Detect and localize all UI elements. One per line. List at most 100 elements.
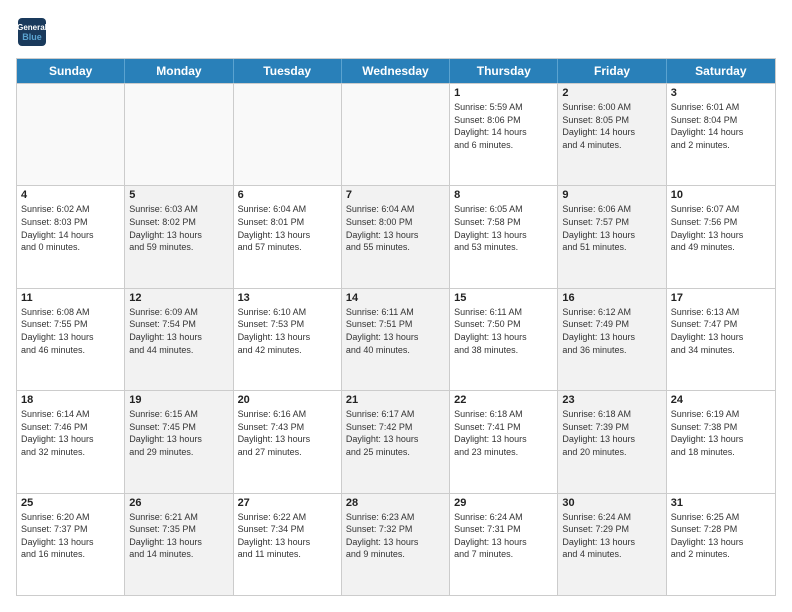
day-number: 23 bbox=[562, 394, 661, 406]
day-info: Sunrise: 6:22 AM Sunset: 7:34 PM Dayligh… bbox=[238, 511, 337, 561]
calendar-cell: 29 Sunrise: 6:24 AM Sunset: 7:31 PM Dayli… bbox=[450, 494, 558, 595]
day-info: Sunrise: 6:23 AM Sunset: 7:32 PM Dayligh… bbox=[346, 511, 445, 561]
calendar-cell: 1 Sunrise: 5:59 AM Sunset: 8:06 PM Daylig… bbox=[450, 84, 558, 185]
day-number: 12 bbox=[129, 292, 228, 304]
logo-icon: General Blue bbox=[16, 16, 48, 48]
svg-text:General: General bbox=[17, 23, 47, 32]
day-info: Sunrise: 6:04 AM Sunset: 8:01 PM Dayligh… bbox=[238, 203, 337, 253]
calendar-cell: 27 Sunrise: 6:22 AM Sunset: 7:34 PM Dayli… bbox=[234, 494, 342, 595]
calendar-cell: 10 Sunrise: 6:07 AM Sunset: 7:56 PM Dayli… bbox=[667, 186, 775, 287]
calendar-cell: 5 Sunrise: 6:03 AM Sunset: 8:02 PM Daylig… bbox=[125, 186, 233, 287]
calendar-cell: 8 Sunrise: 6:05 AM Sunset: 7:58 PM Daylig… bbox=[450, 186, 558, 287]
calendar-cell: 2Sunrise: 6:00 AM Sunset: 8:05 PM Daylig… bbox=[558, 84, 666, 185]
logo: General Blue bbox=[16, 16, 52, 48]
calendar-cell: 7 Sunrise: 6:04 AM Sunset: 8:00 PM Daylig… bbox=[342, 186, 450, 287]
day-number: 7 bbox=[346, 189, 445, 201]
calendar-cell: 12 Sunrise: 6:09 AM Sunset: 7:54 PM Dayli… bbox=[125, 289, 233, 390]
day-number: 31 bbox=[671, 497, 771, 509]
calendar-cell: 6 Sunrise: 6:04 AM Sunset: 8:01 PM Daylig… bbox=[234, 186, 342, 287]
calendar-cell: 20Sunrise: 6:16 AM Sunset: 7:43 PM Dayli… bbox=[234, 391, 342, 492]
day-number: 19 bbox=[129, 394, 228, 406]
calendar-header: SundayMondayTuesdayWednesdayThursdayFrid… bbox=[17, 59, 775, 83]
day-number: 25 bbox=[21, 497, 120, 509]
calendar-cell: 16Sunrise: 6:12 AM Sunset: 7:49 PM Dayli… bbox=[558, 289, 666, 390]
day-number: 14 bbox=[346, 292, 445, 304]
header-cell-tuesday: Tuesday bbox=[234, 59, 342, 83]
day-number: 22 bbox=[454, 394, 553, 406]
day-info: Sunrise: 5:59 AM Sunset: 8:06 PM Dayligh… bbox=[454, 101, 553, 151]
day-info: Sunrise: 6:05 AM Sunset: 7:58 PM Dayligh… bbox=[454, 203, 553, 253]
svg-text:Blue: Blue bbox=[22, 32, 42, 42]
day-number: 3 bbox=[671, 87, 771, 99]
day-info: Sunrise: 6:01 AM Sunset: 8:04 PM Dayligh… bbox=[671, 101, 771, 151]
calendar: SundayMondayTuesdayWednesdayThursdayFrid… bbox=[16, 58, 776, 596]
day-number: 5 bbox=[129, 189, 228, 201]
day-number: 28 bbox=[346, 497, 445, 509]
calendar-cell: 28 Sunrise: 6:23 AM Sunset: 7:32 PM Dayli… bbox=[342, 494, 450, 595]
day-number: 27 bbox=[238, 497, 337, 509]
day-info: Sunrise: 6:02 AM Sunset: 8:03 PM Dayligh… bbox=[21, 203, 120, 253]
header-cell-monday: Monday bbox=[125, 59, 233, 83]
day-number: 24 bbox=[671, 394, 771, 406]
calendar-cell: 13 Sunrise: 6:10 AM Sunset: 7:53 PM Dayli… bbox=[234, 289, 342, 390]
day-info: Sunrise: 6:11 AM Sunset: 7:50 PM Dayligh… bbox=[454, 306, 553, 356]
calendar-row: 18Sunrise: 6:14 AM Sunset: 7:46 PM Dayli… bbox=[17, 390, 775, 492]
day-info: Sunrise: 6:18 AM Sunset: 7:41 PM Dayligh… bbox=[454, 408, 553, 458]
calendar-cell: 11Sunrise: 6:08 AM Sunset: 7:55 PM Dayli… bbox=[17, 289, 125, 390]
day-info: Sunrise: 6:06 AM Sunset: 7:57 PM Dayligh… bbox=[562, 203, 661, 253]
day-number: 8 bbox=[454, 189, 553, 201]
day-info: Sunrise: 6:25 AM Sunset: 7:28 PM Dayligh… bbox=[671, 511, 771, 561]
header-cell-thursday: Thursday bbox=[450, 59, 558, 83]
day-info: Sunrise: 6:16 AM Sunset: 7:43 PM Dayligh… bbox=[238, 408, 337, 458]
calendar-row: 1 Sunrise: 5:59 AM Sunset: 8:06 PM Daylig… bbox=[17, 83, 775, 185]
day-info: Sunrise: 6:18 AM Sunset: 7:39 PM Dayligh… bbox=[562, 408, 661, 458]
calendar-cell: 18Sunrise: 6:14 AM Sunset: 7:46 PM Dayli… bbox=[17, 391, 125, 492]
calendar-row: 25Sunrise: 6:20 AM Sunset: 7:37 PM Dayli… bbox=[17, 493, 775, 595]
calendar-cell: 14 Sunrise: 6:11 AM Sunset: 7:51 PM Dayli… bbox=[342, 289, 450, 390]
calendar-cell: 9 Sunrise: 6:06 AM Sunset: 7:57 PM Daylig… bbox=[558, 186, 666, 287]
calendar-cell: 19 Sunrise: 6:15 AM Sunset: 7:45 PM Dayli… bbox=[125, 391, 233, 492]
day-number: 18 bbox=[21, 394, 120, 406]
header-cell-friday: Friday bbox=[558, 59, 666, 83]
calendar-cell: 21Sunrise: 6:17 AM Sunset: 7:42 PM Dayli… bbox=[342, 391, 450, 492]
day-info: Sunrise: 6:09 AM Sunset: 7:54 PM Dayligh… bbox=[129, 306, 228, 356]
day-info: Sunrise: 6:13 AM Sunset: 7:47 PM Dayligh… bbox=[671, 306, 771, 356]
calendar-cell: 26Sunrise: 6:21 AM Sunset: 7:35 PM Dayli… bbox=[125, 494, 233, 595]
day-number: 29 bbox=[454, 497, 553, 509]
day-number: 9 bbox=[562, 189, 661, 201]
calendar-cell: 15Sunrise: 6:11 AM Sunset: 7:50 PM Dayli… bbox=[450, 289, 558, 390]
calendar-cell: 25Sunrise: 6:20 AM Sunset: 7:37 PM Dayli… bbox=[17, 494, 125, 595]
day-number: 13 bbox=[238, 292, 337, 304]
day-number: 2 bbox=[562, 87, 661, 99]
day-info: Sunrise: 6:24 AM Sunset: 7:29 PM Dayligh… bbox=[562, 511, 661, 561]
calendar-cell: 31 Sunrise: 6:25 AM Sunset: 7:28 PM Dayli… bbox=[667, 494, 775, 595]
day-number: 16 bbox=[562, 292, 661, 304]
calendar-cell bbox=[17, 84, 125, 185]
day-number: 11 bbox=[21, 292, 120, 304]
day-info: Sunrise: 6:10 AM Sunset: 7:53 PM Dayligh… bbox=[238, 306, 337, 356]
day-info: Sunrise: 6:19 AM Sunset: 7:38 PM Dayligh… bbox=[671, 408, 771, 458]
header: General Blue bbox=[16, 16, 776, 48]
calendar-cell: 17 Sunrise: 6:13 AM Sunset: 7:47 PM Dayli… bbox=[667, 289, 775, 390]
day-number: 30 bbox=[562, 497, 661, 509]
day-info: Sunrise: 6:24 AM Sunset: 7:31 PM Dayligh… bbox=[454, 511, 553, 561]
header-cell-saturday: Saturday bbox=[667, 59, 775, 83]
day-number: 10 bbox=[671, 189, 771, 201]
day-number: 17 bbox=[671, 292, 771, 304]
day-info: Sunrise: 6:15 AM Sunset: 7:45 PM Dayligh… bbox=[129, 408, 228, 458]
calendar-cell bbox=[234, 84, 342, 185]
day-number: 6 bbox=[238, 189, 337, 201]
calendar-cell: 23 Sunrise: 6:18 AM Sunset: 7:39 PM Dayli… bbox=[558, 391, 666, 492]
day-info: Sunrise: 6:17 AM Sunset: 7:42 PM Dayligh… bbox=[346, 408, 445, 458]
day-info: Sunrise: 6:04 AM Sunset: 8:00 PM Dayligh… bbox=[346, 203, 445, 253]
calendar-cell: 30 Sunrise: 6:24 AM Sunset: 7:29 PM Dayli… bbox=[558, 494, 666, 595]
day-number: 1 bbox=[454, 87, 553, 99]
day-info: Sunrise: 6:03 AM Sunset: 8:02 PM Dayligh… bbox=[129, 203, 228, 253]
day-number: 26 bbox=[129, 497, 228, 509]
page: General Blue SundayMondayTuesdayWednesda… bbox=[0, 0, 792, 612]
day-info: Sunrise: 6:11 AM Sunset: 7:51 PM Dayligh… bbox=[346, 306, 445, 356]
day-info: Sunrise: 6:07 AM Sunset: 7:56 PM Dayligh… bbox=[671, 203, 771, 253]
calendar-body: 1 Sunrise: 5:59 AM Sunset: 8:06 PM Daylig… bbox=[17, 83, 775, 595]
calendar-cell: 22 Sunrise: 6:18 AM Sunset: 7:41 PM Dayli… bbox=[450, 391, 558, 492]
calendar-cell: 24 Sunrise: 6:19 AM Sunset: 7:38 PM Dayli… bbox=[667, 391, 775, 492]
